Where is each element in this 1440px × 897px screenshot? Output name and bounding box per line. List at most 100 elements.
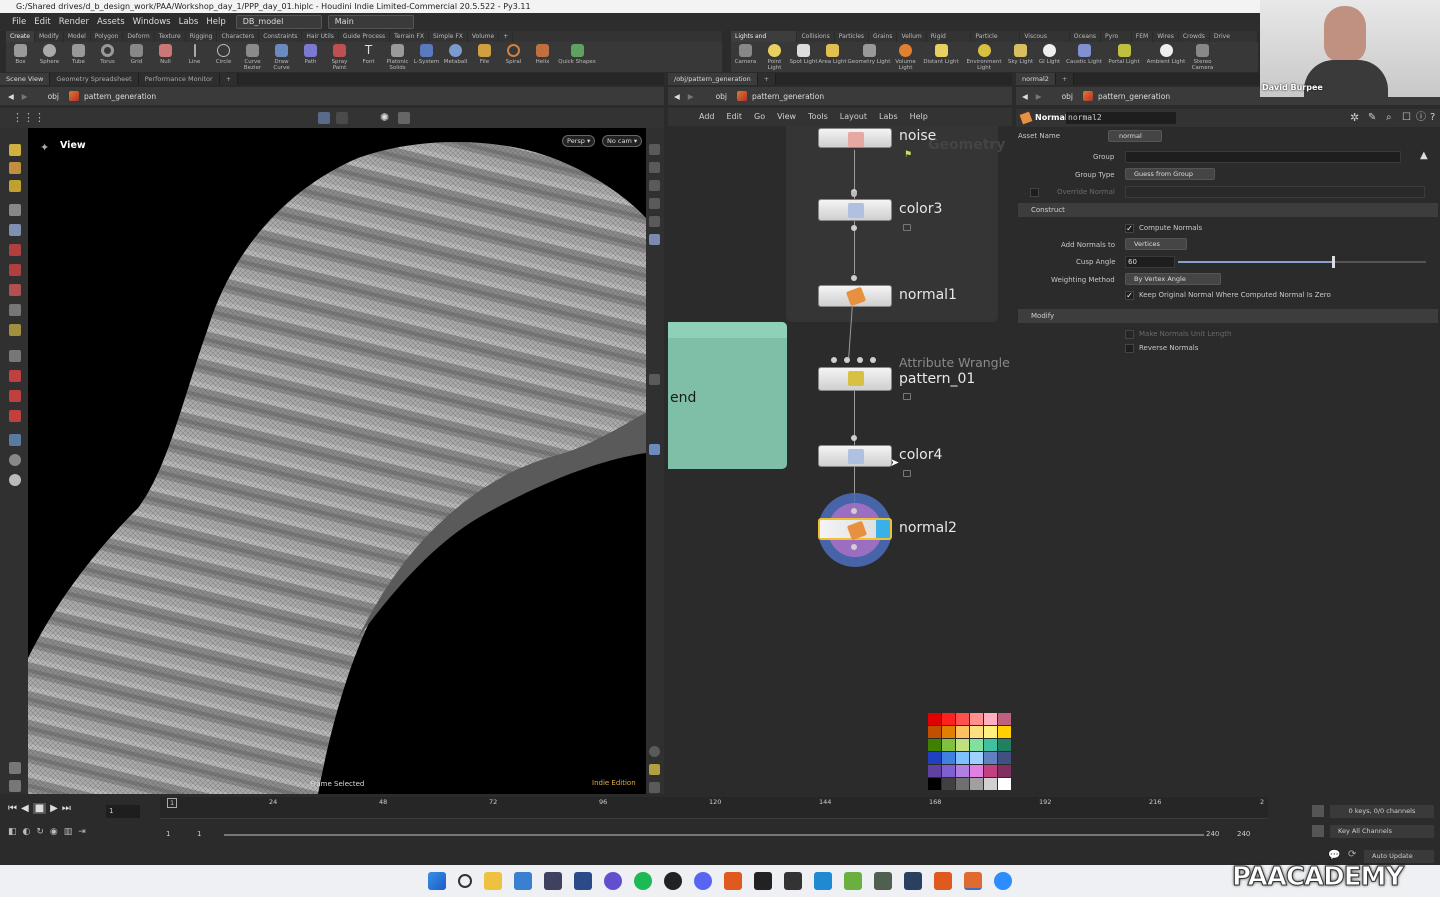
measure-icon[interactable] — [9, 324, 21, 336]
input-connector[interactable] — [851, 435, 857, 441]
search-icon[interactable]: ⌕ — [1386, 109, 1392, 127]
range-start[interactable]: 1 — [166, 830, 170, 838]
color-swatch[interactable] — [942, 778, 955, 790]
color-swatch[interactable] — [998, 726, 1011, 738]
game-icon[interactable] — [874, 872, 892, 890]
forward-icon[interactable]: ▶ — [22, 92, 28, 101]
shelf-tab-texture[interactable]: Texture — [155, 31, 186, 42]
shelf-tab-grains[interactable]: Grains — [869, 31, 898, 42]
make-unit-checkbox[interactable] — [1125, 330, 1134, 339]
tool-spiral[interactable]: Spiral — [499, 42, 528, 72]
tool-caustic-light[interactable]: Caustic Light — [1064, 42, 1104, 72]
layout-icon[interactable] — [649, 764, 660, 775]
range-slider[interactable] — [224, 834, 1204, 836]
blender-icon[interactable] — [904, 872, 922, 890]
color-swatch[interactable] — [942, 739, 955, 751]
zoom-icon[interactable] — [994, 872, 1012, 890]
tool-torus[interactable]: Torus — [93, 42, 122, 72]
houdini-icon[interactable] — [724, 872, 742, 890]
color-swatch[interactable] — [956, 713, 969, 725]
normals-display-icon[interactable] — [649, 234, 660, 245]
keys-icon[interactable]: ▥ — [64, 827, 73, 837]
color-swatch[interactable] — [984, 713, 997, 725]
input-connector[interactable] — [844, 357, 850, 363]
add-param-tab-icon[interactable]: + — [1055, 73, 1075, 85]
shelf-tab-particles[interactable]: Particles — [835, 31, 870, 42]
play-reverse-icon[interactable]: ◀ — [21, 803, 29, 814]
shelf-tab-rigid-bodies[interactable]: Rigid Bodies — [927, 31, 972, 42]
color-swatch[interactable] — [928, 752, 941, 764]
color-swatch[interactable] — [984, 765, 997, 777]
color-palette[interactable] — [928, 713, 1012, 795]
color-swatch[interactable] — [942, 726, 955, 738]
color-swatch[interactable] — [984, 739, 997, 751]
display-options-icon[interactable]: ✺ — [380, 111, 389, 124]
param-back-icon[interactable]: ◀ — [1022, 92, 1028, 101]
color-swatch[interactable] — [942, 752, 955, 764]
net-menu-layout[interactable]: Layout — [834, 108, 873, 126]
input-connector[interactable] — [851, 508, 857, 514]
display-icon[interactable] — [649, 144, 660, 155]
color-swatch[interactable] — [928, 739, 941, 751]
cusp-angle-field[interactable]: 60 — [1125, 256, 1175, 268]
handle-tool-icon[interactable] — [9, 180, 21, 192]
tool-metaball[interactable]: Metaball — [441, 42, 470, 72]
ground-icon[interactable] — [9, 474, 21, 486]
persp-menu[interactable]: Persp ▾ — [562, 135, 596, 147]
wireframe-icon[interactable] — [336, 112, 348, 124]
help-icon[interactable]: ? — [1430, 109, 1435, 127]
tab-network[interactable]: /obj/pattern_generation — [668, 73, 758, 85]
home-icon[interactable] — [9, 454, 21, 466]
camera-menu[interactable]: No cam ▾ — [602, 135, 643, 147]
color-swatch[interactable] — [956, 765, 969, 777]
tool-l-system[interactable]: L-System — [412, 42, 441, 72]
weighting-method-menu[interactable]: By Vertex Angle — [1125, 273, 1221, 285]
view-tool-icon[interactable] — [9, 434, 21, 446]
tool-volume-light[interactable]: Volume Light — [891, 42, 920, 72]
output-connector[interactable] — [851, 544, 857, 550]
key-all-channels-button[interactable]: Key All Channels — [1330, 825, 1434, 838]
color-swatch[interactable] — [956, 726, 969, 738]
comment-icon[interactable]: ☐ — [1402, 109, 1411, 127]
input-connector[interactable] — [870, 357, 876, 363]
tool-tube[interactable]: Tube — [64, 42, 93, 72]
tool-environment-light[interactable]: Environment Light — [962, 42, 1006, 72]
transform-tool-icon[interactable] — [9, 162, 21, 174]
net-menu-tools[interactable]: Tools — [802, 108, 834, 126]
node-normal2[interactable] — [818, 518, 892, 541]
node-normal1[interactable] — [818, 285, 892, 307]
realtime-icon[interactable]: ◧ — [8, 827, 17, 837]
node-color4[interactable] — [818, 445, 892, 467]
spotify-icon[interactable] — [634, 872, 652, 890]
info-icon[interactable]: ⓘ — [1416, 109, 1426, 127]
snapping-icon[interactable] — [9, 390, 21, 402]
shelf-tab-rigging[interactable]: Rigging — [186, 31, 218, 42]
lock-icon[interactable] — [9, 224, 21, 236]
add-normals-menu[interactable]: Vertices — [1125, 238, 1187, 250]
path-root[interactable]: obj — [48, 92, 59, 101]
color-swatch[interactable] — [970, 713, 983, 725]
color-swatch[interactable] — [928, 765, 941, 777]
cusp-angle-slider[interactable] — [1178, 256, 1426, 268]
chat-icon[interactable]: 💬 — [1328, 850, 1340, 861]
step-icon[interactable]: ⇥ — [78, 827, 86, 837]
tab-scene-view[interactable]: Scene View — [0, 73, 51, 85]
add-shelf-tab-icon[interactable]: + — [499, 31, 514, 42]
tool-portal-light[interactable]: Portal Light — [1104, 42, 1144, 72]
menu-help[interactable]: Help — [202, 17, 229, 27]
houdini-2-icon[interactable] — [934, 872, 952, 890]
shelf-tab-particle-fluids[interactable]: Particle Fluids — [971, 31, 1021, 42]
menu-assets[interactable]: Assets — [93, 17, 129, 27]
shading-icon[interactable] — [649, 162, 660, 173]
tool-spray-paint[interactable]: Spray Paint — [325, 42, 354, 72]
windows-start-icon[interactable] — [428, 872, 446, 890]
param-path-root[interactable]: obj — [1062, 92, 1073, 101]
snap-icon[interactable] — [318, 112, 330, 124]
edit-icon[interactable]: ✎ — [1368, 109, 1376, 127]
color-swatch[interactable] — [970, 752, 983, 764]
network-path-node[interactable]: pattern_generation — [752, 92, 824, 101]
group-select-arrow-icon[interactable]: ▲ — [1420, 150, 1428, 161]
main-select[interactable]: Main — [327, 15, 414, 29]
record-icon[interactable]: ◉ — [50, 827, 58, 837]
color-swatch[interactable] — [956, 752, 969, 764]
